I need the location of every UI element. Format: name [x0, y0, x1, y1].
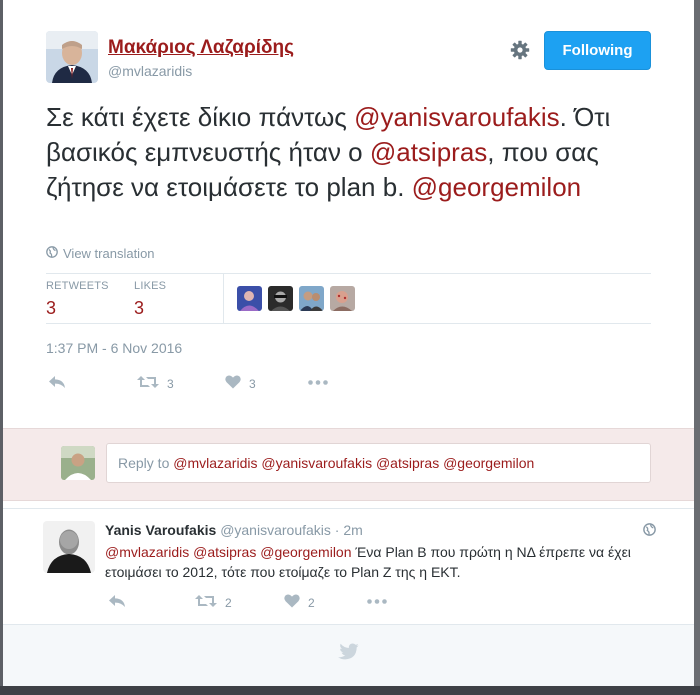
liker-avatar[interactable] — [268, 286, 293, 311]
reply-prefix: Reply to — [118, 455, 174, 471]
reply-author-name[interactable]: Yanis Varoufakis — [105, 522, 216, 538]
author-avatar[interactable] — [46, 31, 98, 83]
reply-author-avatar[interactable] — [43, 521, 95, 573]
like-count: 2 — [308, 595, 315, 610]
separator-dot: · — [334, 522, 340, 538]
heart-icon — [225, 375, 241, 392]
retweets-count: 3 — [46, 298, 57, 318]
tweet-text-part: Σε κάτι έχετε δίκιο πάντως — [46, 102, 355, 132]
mention-link[interactable]: @yanisvaroufakis — [354, 102, 560, 132]
retweet-count: 3 — [167, 376, 174, 391]
reply-composer: Reply to @mvlazaridis @yanisvaroufakis @… — [3, 428, 694, 501]
more-icon[interactable] — [367, 599, 387, 604]
author-handle[interactable]: @mvlazaridis — [108, 63, 192, 79]
globe-icon[interactable] — [643, 523, 656, 541]
likes-stat[interactable]: LIKES 3 — [134, 280, 166, 319]
tweet-modal: Μακάριος Λαζαρίδης @mvlazaridis Followin… — [3, 0, 694, 686]
current-user-avatar — [61, 446, 95, 480]
reply-action[interactable] — [48, 375, 66, 392]
reply-action[interactable] — [108, 594, 126, 611]
divider — [46, 273, 651, 274]
tweet-text: Σε κάτι έχετε δίκιο πάντως @yanisvaroufa… — [46, 100, 666, 205]
divider — [3, 508, 694, 509]
reply-author-handle[interactable]: @yanisvaroufakis — [220, 522, 331, 538]
retweet-icon — [195, 594, 217, 611]
likes-count: 3 — [134, 298, 145, 318]
retweets-stat[interactable]: RETWEETS 3 — [46, 280, 109, 319]
liker-avatar[interactable] — [237, 286, 262, 311]
globe-icon — [46, 246, 58, 261]
retweet-count: 2 — [225, 595, 232, 610]
more-icon[interactable] — [308, 380, 328, 385]
like-action[interactable]: 2 — [284, 594, 315, 611]
reply-icon — [108, 594, 126, 611]
divider — [46, 323, 651, 324]
reply-icon — [48, 375, 66, 392]
reply-time[interactable]: 2m — [343, 522, 362, 538]
heart-icon — [284, 594, 300, 611]
liker-avatar[interactable] — [330, 286, 355, 311]
reply-text: @mvlazaridis @atsipras @georgemilon Ένα … — [105, 542, 665, 582]
like-action[interactable]: 3 — [225, 375, 256, 392]
view-translation-label: View translation — [63, 246, 155, 261]
likes-label: LIKES — [134, 280, 167, 292]
tweet-timestamp[interactable]: 1:37 PM - 6 Nov 2016 — [46, 340, 182, 356]
divider — [223, 274, 224, 324]
reply-header: Yanis Varoufakis @yanisvaroufakis · 2m — [105, 522, 363, 538]
reply-input[interactable]: Reply to @mvlazaridis @yanisvaroufakis @… — [106, 443, 651, 483]
gear-icon[interactable] — [510, 40, 530, 60]
view-translation-link[interactable]: View translation — [46, 246, 155, 261]
twitter-bird-icon — [335, 643, 359, 668]
liker-avatar[interactable] — [299, 286, 324, 311]
retweet-action[interactable]: 3 — [137, 375, 174, 392]
author-fullname[interactable]: Μακάριος Λαζαρίδης — [108, 37, 294, 59]
reply-mentions: @mvlazaridis @yanisvaroufakis @atsipras … — [173, 455, 535, 471]
like-count: 3 — [249, 376, 256, 391]
following-button[interactable]: Following — [544, 31, 651, 70]
background-strip — [694, 0, 700, 695]
retweets-label: RETWEETS — [46, 280, 109, 292]
mention-link[interactable]: @atsipras — [370, 137, 487, 167]
mention-link[interactable]: @georgemilon — [412, 172, 581, 202]
reply-mention-links[interactable]: @mvlazaridis @atsipras @georgemilon — [105, 544, 352, 560]
background-strip — [0, 686, 700, 695]
retweet-action[interactable]: 2 — [195, 594, 232, 611]
retweet-icon — [137, 375, 159, 392]
